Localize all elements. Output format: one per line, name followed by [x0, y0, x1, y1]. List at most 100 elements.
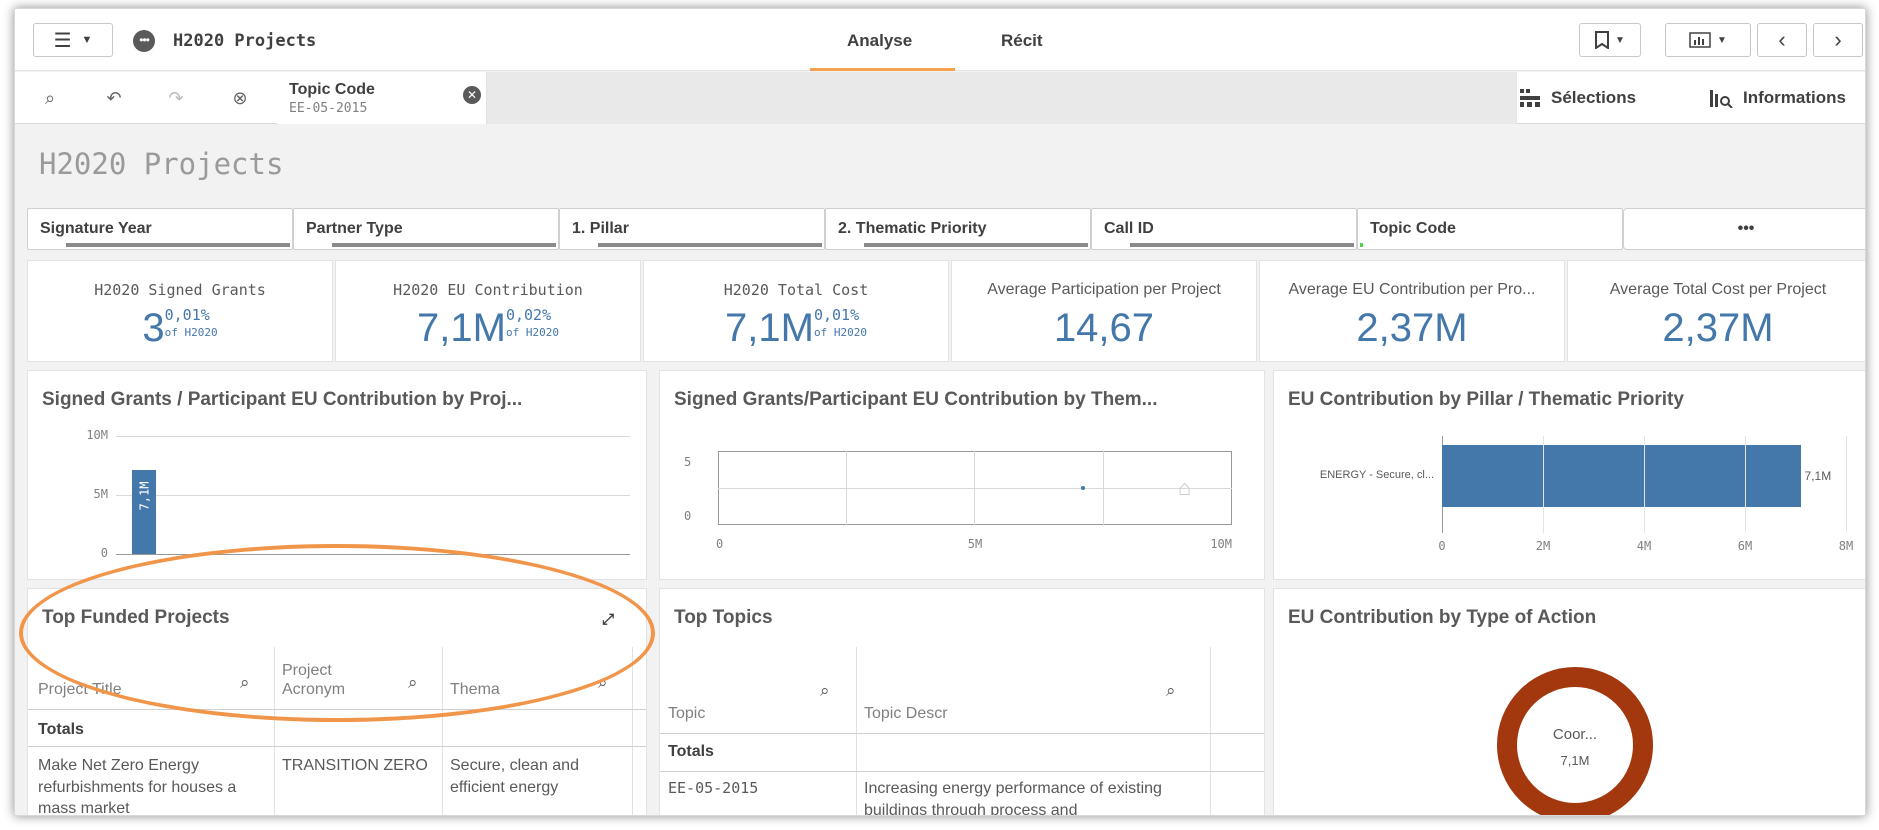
- filter-signature-year[interactable]: Signature Year: [27, 208, 293, 250]
- filter-label: Partner Type: [306, 220, 403, 237]
- y-tick-label: 5M: [93, 487, 108, 501]
- kpi-total-cost: H2020 Total Cost 7,1M 0,01% of H2020: [643, 260, 949, 362]
- chart-panel-by-type-of-action[interactable]: EU Contribution by Type of Action Coor..…: [1273, 588, 1865, 815]
- selection-chip[interactable]: Topic Code EE-05-2015 ✕: [277, 72, 542, 124]
- kpi-of-label: of H2020: [813, 326, 867, 339]
- filter-label: Topic Code: [1370, 220, 1456, 237]
- x-tick-label: 0: [1438, 539, 1446, 553]
- filter-thematic-priority[interactable]: 2. Thematic Priority: [825, 208, 1091, 250]
- column-header[interactable]: Topic: [668, 704, 705, 723]
- filter-state-bar: [66, 243, 290, 247]
- y-tick-label: 10M: [86, 428, 108, 442]
- bookmarks-button[interactable]: ▼: [1579, 23, 1641, 57]
- next-sheet-button[interactable]: ›: [1813, 23, 1863, 57]
- kpi-percent: 0,01%: [813, 306, 860, 324]
- row-divider: [28, 746, 646, 747]
- step-forward-icon[interactable]: ↷: [163, 85, 189, 111]
- selections-bar: ⌕ ↶ ↷ ⊗ Topic Code EE-05-2015 ✕ Sélectio…: [15, 72, 1865, 124]
- more-icon: •••: [1737, 220, 1755, 237]
- kpi-value: 7,1M 0,02% of H2020: [417, 306, 559, 350]
- bar-data-label: 7,1M: [1804, 469, 1832, 483]
- active-tab-indicator: [810, 68, 955, 71]
- y-tick-label: 0: [684, 509, 692, 523]
- x-tick-label: 0: [716, 537, 724, 551]
- tab-recit[interactable]: Récit: [1001, 31, 1043, 51]
- chevron-down-icon: ▼: [81, 34, 93, 46]
- close-icon[interactable]: ✕: [463, 86, 481, 104]
- filter-label: 2. Thematic Priority: [838, 220, 987, 237]
- kpi-value: 3 0,01% of H2020: [142, 306, 218, 350]
- table-top-topics[interactable]: Top Topics Topic ⌕ Topic Descr ⌕ Totals …: [659, 588, 1265, 815]
- column-divider: [856, 647, 857, 815]
- gridline: [1543, 436, 1544, 533]
- kpi-title: Average Total Cost per Project: [1609, 281, 1827, 298]
- selections-label: Sélections: [1551, 88, 1637, 107]
- y-tick-label: 0: [100, 546, 108, 560]
- step-back-icon[interactable]: ↶: [101, 85, 127, 111]
- gridline: [1644, 436, 1645, 533]
- panel-title: Top Topics: [674, 607, 773, 628]
- kpi-value: 2,37M: [1356, 306, 1468, 350]
- kpi-title: Average EU Contribution per Pro...: [1288, 281, 1536, 298]
- filter-more-button[interactable]: •••: [1623, 208, 1865, 250]
- kpi-value: 7,1M 0,01% of H2020: [725, 306, 867, 350]
- x-tick-label: 10M: [1210, 537, 1232, 551]
- chart-panel-by-pillar[interactable]: EU Contribution by Pillar / Thematic Pri…: [1273, 370, 1865, 580]
- filter-pillar[interactable]: 1. Pillar: [559, 208, 825, 250]
- cell-project-acronym[interactable]: TRANSITION ZERO: [282, 755, 432, 777]
- kpi-title: H2020 Signed Grants: [94, 281, 266, 299]
- search-icon[interactable]: ⌕: [1166, 681, 1176, 701]
- cell-project-title[interactable]: Make Net Zero Energy refurbishments for …: [38, 755, 264, 815]
- kpi-avg-participation: Average Participation per Project 14,67: [951, 260, 1257, 362]
- selections-empty-area: [487, 72, 1517, 124]
- previous-sheet-button[interactable]: ‹: [1757, 23, 1807, 57]
- home-icon[interactable]: ⌂: [1178, 475, 1191, 501]
- filter-topic-code[interactable]: Topic Code: [1357, 208, 1623, 250]
- cell-topic[interactable]: EE-05-2015: [668, 778, 758, 798]
- chevron-left-icon: ‹: [1778, 27, 1786, 52]
- kpi-avg-total-cost: Average Total Cost per Project 2,37M: [1567, 260, 1865, 362]
- story-snapshot-button[interactable]: ▼: [1665, 23, 1751, 57]
- sheet-title: H2020 Projects: [39, 147, 284, 181]
- navigation-menu-button[interactable]: ☰ ▼: [33, 23, 113, 57]
- totals-label: Totals: [38, 721, 84, 738]
- cell-thema[interactable]: Secure, clean and efficient energy: [450, 755, 630, 798]
- hamburger-icon: ☰: [53, 29, 72, 52]
- y-tick-label: 5: [684, 455, 692, 469]
- cell-topic-descr[interactable]: Increasing energy performance of existin…: [864, 778, 1204, 815]
- filter-partner-type[interactable]: Partner Type: [293, 208, 559, 250]
- chart-panel-by-thematic[interactable]: Signed Grants/Participant EU Contributio…: [659, 370, 1265, 580]
- x-tick-label: 2M: [1535, 539, 1551, 553]
- highlight-annotation: [19, 544, 655, 722]
- donut-slice[interactable]: [1497, 667, 1653, 815]
- search-icon[interactable]: ⌕: [820, 681, 830, 701]
- filter-label: Call ID: [1104, 220, 1154, 237]
- slice-value-label: 7,1M: [1561, 753, 1590, 768]
- kpi-title: H2020 Total Cost: [723, 281, 869, 299]
- selections-button[interactable]: Sélections: [1519, 72, 1636, 124]
- bar-data-label: 7,1M: [137, 481, 151, 511]
- kpi-value: 2,37M: [1662, 306, 1774, 350]
- app-title: H2020 Projects: [173, 31, 317, 51]
- kpi-eu-contribution: H2020 EU Contribution 7,1M 0,02% of H2020: [335, 260, 641, 362]
- filter-state-bar: [864, 243, 1088, 247]
- selection-field-value: EE-05-2015: [289, 101, 368, 116]
- insights-icon: [1710, 90, 1733, 108]
- panel-title: Signed Grants / Participant EU Contribut…: [42, 389, 523, 410]
- row-divider: [660, 771, 1264, 772]
- clear-all-selections-icon[interactable]: ⊗: [227, 85, 253, 111]
- column-divider: [632, 647, 633, 815]
- column-header[interactable]: Topic Descr: [864, 704, 948, 723]
- slice-label: Coor...: [1553, 726, 1597, 743]
- kpi-title: H2020 EU Contribution: [393, 281, 583, 299]
- kpi-signed-grants: H2020 Signed Grants 3 0,01% of H2020: [27, 260, 333, 362]
- top-toolbar: ☰ ▼ ••• H2020 Projects Analyse Récit ▼ ▼…: [15, 9, 1865, 71]
- kpi-of-label: of H2020: [505, 326, 559, 339]
- x-tick-label: 4M: [1636, 539, 1652, 553]
- kpi-title: Average Participation per Project: [987, 281, 1221, 298]
- filter-call-id[interactable]: Call ID: [1091, 208, 1357, 250]
- smart-search-icon[interactable]: ⌕: [37, 85, 63, 111]
- informations-button[interactable]: Informations: [1709, 72, 1846, 124]
- tab-analyse[interactable]: Analyse: [847, 31, 912, 51]
- gridline: [718, 488, 1232, 489]
